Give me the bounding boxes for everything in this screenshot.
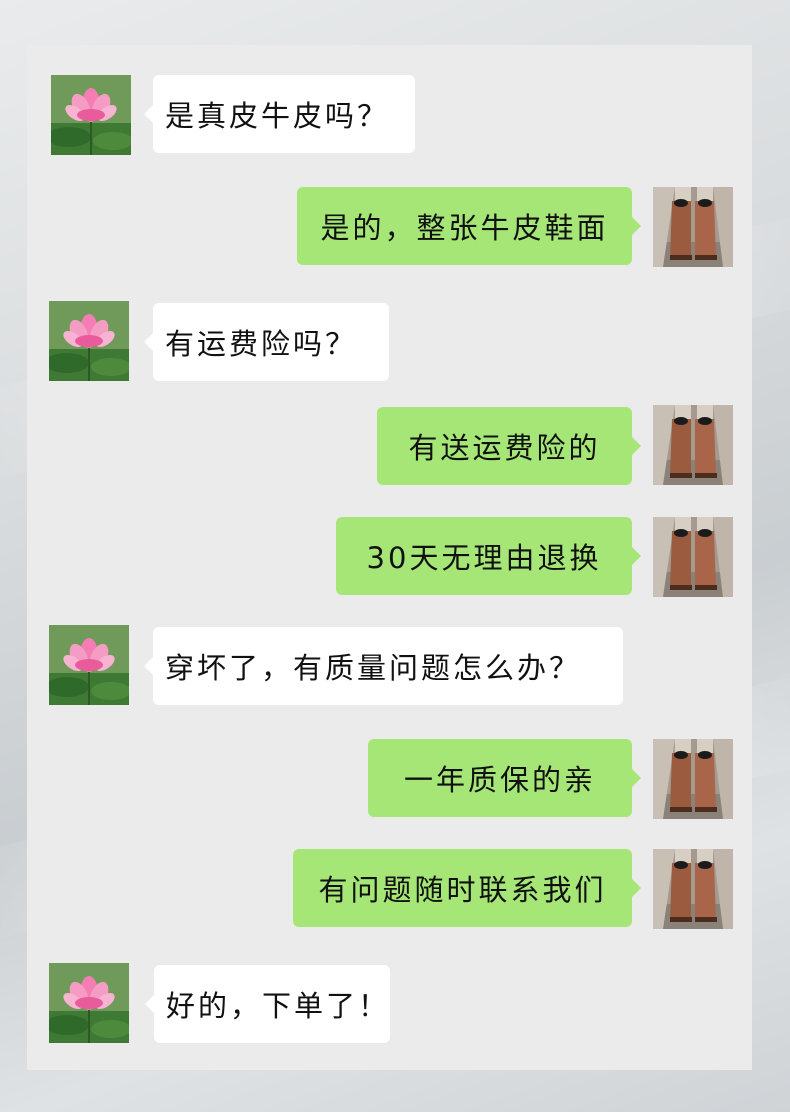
outgoing-message-bubble[interactable]: 有问题随时联系我们 (293, 849, 641, 927)
outgoing-message-bubble[interactable]: 30天无理由退换 (336, 517, 641, 595)
lotus-flower-avatar[interactable] (51, 75, 131, 155)
brown-boots-avatar[interactable] (653, 849, 733, 929)
message-text: 一年质保的亲 (403, 763, 596, 797)
brown-boots-avatar[interactable] (653, 405, 733, 485)
message-text: 是的，整张牛皮鞋面 (320, 211, 609, 245)
incoming-message-bubble[interactable]: 有运费险吗？ (144, 303, 389, 381)
outgoing-message-bubble[interactable]: 一年质保的亲 (368, 739, 641, 817)
brown-boots-avatar[interactable] (653, 187, 733, 267)
lotus-flower-avatar[interactable] (49, 963, 129, 1043)
brown-boots-avatar[interactable] (653, 517, 733, 597)
message-text: 有问题随时联系我们 (318, 873, 607, 907)
message-text: 好的，下单了！ (166, 989, 391, 1023)
message-text: 穿坏了，有质量问题怎么办？ (165, 651, 582, 685)
message-text: 是真皮牛皮吗？ (165, 99, 390, 133)
lotus-flower-avatar[interactable] (49, 301, 129, 381)
outgoing-message-bubble[interactable]: 是的，整张牛皮鞋面 (297, 187, 641, 265)
chat-panel: 是真皮牛皮吗？ 是的，整张牛皮鞋面 有运费险吗？ 有送运费险的 30天无理由退换… (27, 45, 752, 1070)
outgoing-message-bubble[interactable]: 有送运费险的 (377, 407, 641, 485)
brown-boots-avatar[interactable] (653, 739, 733, 819)
incoming-message-bubble[interactable]: 是真皮牛皮吗？ (144, 75, 415, 153)
incoming-message-bubble[interactable]: 穿坏了，有质量问题怎么办？ (144, 627, 623, 705)
message-text: 有送运费险的 (408, 431, 601, 465)
incoming-message-bubble[interactable]: 好的，下单了！ (145, 965, 391, 1043)
lotus-flower-avatar[interactable] (49, 625, 129, 705)
message-text: 有运费险吗？ (165, 327, 358, 361)
message-text: 30天无理由退换 (366, 541, 602, 575)
